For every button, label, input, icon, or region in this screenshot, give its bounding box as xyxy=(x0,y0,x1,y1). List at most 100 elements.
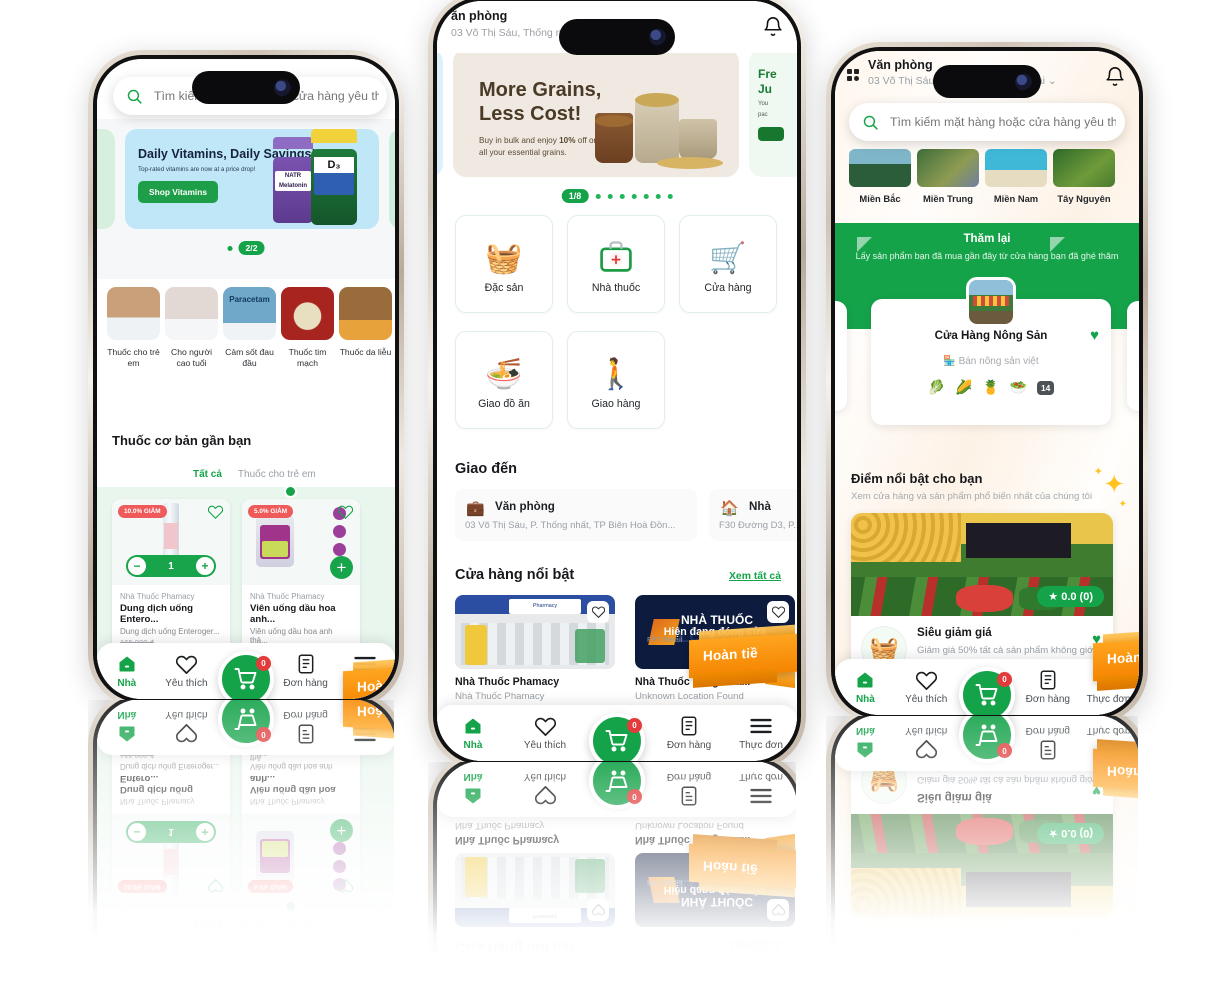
carousel-dot[interactable] xyxy=(631,193,637,199)
favorite-icon[interactable] xyxy=(207,874,224,893)
carousel-dot[interactable] xyxy=(227,245,233,251)
nav-item-orders[interactable]: Đơn hàng xyxy=(653,771,725,807)
cashback-ribbon[interactable]: Hoàn tiề xyxy=(337,700,394,743)
carousel-dot[interactable] xyxy=(655,193,661,199)
service-tile-basket[interactable]: 🧺 Đặc sản xyxy=(455,215,553,313)
tab-kids-meds[interactable]: Thuốc cho trẻ em xyxy=(230,909,324,935)
store-card-next[interactable] xyxy=(1127,301,1139,411)
banner-next-button[interactable] xyxy=(758,127,784,141)
bell-icon[interactable] xyxy=(1104,65,1126,89)
nav-item-orders[interactable]: Đơn hàng xyxy=(1017,669,1078,705)
address-option-office[interactable]: 💼 Văn phòng 03 Võ Thị Sáu, P. Thống nhất… xyxy=(455,489,697,541)
see-all-link[interactable]: Xem tất cả xyxy=(729,940,781,951)
favorite-icon[interactable] xyxy=(207,505,224,524)
nav-item-home[interactable]: Nhà xyxy=(437,771,509,807)
favorite-icon[interactable] xyxy=(337,505,354,524)
nav-item-heart[interactable]: Yêu thích xyxy=(157,709,217,745)
banner-card-prev[interactable] xyxy=(437,49,443,177)
service-tile-shopping-cart[interactable]: 🛒 Cửa hàng xyxy=(679,215,777,313)
category-item[interactable]: Thuốc tim mạch xyxy=(281,287,334,369)
add-to-cart-button[interactable]: + xyxy=(330,819,353,842)
banner-card-next[interactable]: Fre Ju You pac xyxy=(749,49,797,177)
nav-item-heart[interactable]: Yêu thích xyxy=(509,771,581,807)
nav-item-home[interactable]: Nhà xyxy=(835,669,896,705)
nav-item-heart[interactable]: Yêu thích xyxy=(157,653,217,689)
category-item[interactable]: Thuốc cho trẻ em xyxy=(107,287,160,369)
region-item[interactable]: Tây Nguyên xyxy=(1053,149,1115,204)
cart-fab[interactable]: 0 xyxy=(589,713,645,761)
quantity-stepper[interactable]: − 1 + xyxy=(126,821,216,843)
nav-item-heart[interactable]: Yêu thích xyxy=(896,725,957,761)
nav-item-home[interactable]: Nhà xyxy=(97,653,157,689)
category-item[interactable]: Cho người cao tuổi xyxy=(165,287,218,369)
favorite-icon[interactable] xyxy=(337,874,354,893)
search-input[interactable] xyxy=(888,114,1119,130)
nav-item-orders[interactable]: Đơn hàng xyxy=(653,715,725,751)
tab-kids-meds[interactable]: Thuốc cho trẻ em xyxy=(230,463,324,489)
shop-card[interactable]: Pharmacy Nhà Thuốc Phamacy Nhà Thuốc Pha… xyxy=(455,595,615,702)
add-to-cart-button[interactable]: + xyxy=(330,556,353,579)
cart-fab[interactable]: 0 xyxy=(589,762,645,809)
region-item[interactable]: Miền Nam xyxy=(985,149,1047,204)
featured-card[interactable]: ★ 0.0 (0) ♥ 🧺 Siêu giảm giá Giảm giá 50%… xyxy=(851,513,1113,679)
region-item[interactable]: Miền Bắc xyxy=(849,149,911,204)
nav-item-heart[interactable]: Yêu thích xyxy=(896,669,957,705)
favorite-icon[interactable] xyxy=(587,601,609,623)
cashback-ribbon[interactable]: Hoàn tiề xyxy=(1087,627,1139,691)
carousel-dot[interactable] xyxy=(619,193,625,199)
phone-left-bezel: Daily Vitamins, Daily Savings! Top-rated… xyxy=(93,55,399,703)
cart-fab[interactable]: 0 xyxy=(217,651,274,699)
promo-card-active[interactable]: Daily Vitamins, Daily Savings! Top-rated… xyxy=(125,129,379,229)
cashback-ribbon[interactable]: Hoàn tiề xyxy=(1087,739,1138,803)
favorite-icon[interactable]: ♥ xyxy=(1090,327,1099,344)
cashback-ribbon[interactable]: Hoàn tiề xyxy=(337,655,395,699)
region-label: Miền Nam xyxy=(993,193,1039,204)
nav-item-orders[interactable]: Đơn hàng xyxy=(276,709,336,745)
nav-item-home[interactable]: Nhà xyxy=(835,725,896,761)
cashback-ribbon[interactable]: Hoàn tiề xyxy=(683,624,797,689)
tab-all[interactable]: Tất cả xyxy=(185,909,230,935)
favorite-icon[interactable] xyxy=(767,601,789,623)
promo-card-prev[interactable] xyxy=(97,129,115,229)
decrease-button[interactable]: − xyxy=(128,823,146,841)
category-item[interactable]: Thuốc da liễu xyxy=(339,287,392,358)
see-all-link[interactable]: Xem tất cả xyxy=(729,571,781,582)
address-option-home[interactable]: 🏠 Nhà F30 Đường D3, P... xyxy=(709,489,797,541)
favorite-icon[interactable] xyxy=(767,899,789,921)
decrease-button[interactable]: − xyxy=(128,557,146,575)
cart-fab[interactable]: 0 xyxy=(958,716,1015,763)
cashback-ribbon[interactable]: Hoàn tiề xyxy=(683,833,796,898)
nav-item-menu[interactable]: Thực đơn xyxy=(725,715,797,751)
nav-item-home[interactable]: Nhà xyxy=(97,709,157,745)
carousel-dot[interactable] xyxy=(607,193,613,199)
carousel-dot[interactable] xyxy=(595,193,601,199)
carousel-dot[interactable] xyxy=(667,193,673,199)
nav-item-orders[interactable]: Đơn hàng xyxy=(1017,725,1078,761)
carousel-dot[interactable] xyxy=(643,193,649,199)
shop-vitamins-button[interactable]: Shop Vitamins xyxy=(138,181,219,203)
nav-item-orders[interactable]: Đơn hàng xyxy=(276,653,336,689)
search-bar[interactable] xyxy=(849,103,1125,141)
cart-fab[interactable]: 0 xyxy=(217,700,274,747)
nav-item-heart[interactable]: Yêu thích xyxy=(509,715,581,751)
nav-item-menu[interactable]: Thực đơn xyxy=(725,771,796,807)
increase-button[interactable]: + xyxy=(196,823,214,841)
cart-fab[interactable]: 0 xyxy=(958,667,1015,715)
service-tile-delivery-person[interactable]: 🚶 Giao hàng xyxy=(567,331,665,429)
increase-button[interactable]: + xyxy=(196,557,214,575)
store-card-prev[interactable] xyxy=(835,301,847,411)
nav-item-home[interactable]: Nhà xyxy=(437,715,509,751)
service-tile-medkit[interactable]: Nhà thuốc xyxy=(567,215,665,313)
store-card-active[interactable]: ♥ Cửa Hàng Nông Sản 🏪 Bán nông sản việt … xyxy=(871,277,1111,425)
service-tile-noodle-bowl[interactable]: 🍜 Giao đồ ăn xyxy=(455,331,553,429)
shop-card[interactable]: Pharmacy Nhà Thuốc Phamacy Nhà Thuốc Pha… xyxy=(455,820,615,927)
promo-card-next[interactable]: All in O - 24/7 - 48 m - 30 D xyxy=(389,129,395,229)
bell-icon[interactable] xyxy=(762,15,784,39)
region-item[interactable]: Miền Trung xyxy=(917,149,979,204)
tab-all[interactable]: Tất cả xyxy=(185,463,230,489)
featured-card[interactable]: ★ 0.0 (0) ♥ 🧺 Siêu giảm giá Giảm giá 50%… xyxy=(851,751,1113,917)
banner-card-active[interactable]: More Grains, Less Cost! Buy in bulk and e… xyxy=(453,49,739,177)
favorite-icon[interactable] xyxy=(587,899,609,921)
category-item[interactable]: Paracetam Cảm sốt đau đầu xyxy=(223,287,276,369)
quantity-stepper[interactable]: − 1 + xyxy=(126,555,216,577)
